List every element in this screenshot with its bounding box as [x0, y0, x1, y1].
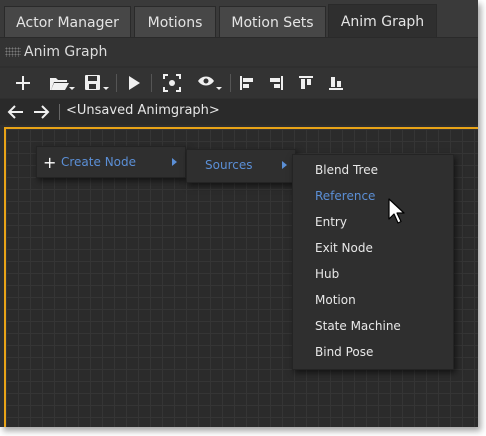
entry-label: Entry: [315, 215, 347, 229]
plus-icon: +: [43, 153, 57, 172]
menu-item-create-node[interactable]: + Create Node: [37, 149, 185, 175]
align-top-icon[interactable]: [294, 71, 318, 95]
context-menu: + Create Node: [36, 146, 186, 178]
motion-label: Motion: [315, 293, 356, 307]
drag-grip-icon[interactable]: [5, 47, 21, 57]
menu-item-blend-tree[interactable]: Blend Tree: [293, 157, 453, 183]
menu-item-sources[interactable]: Sources: [187, 152, 295, 178]
folder-open-icon[interactable]: [48, 71, 76, 95]
menu-item-bind-pose[interactable]: Bind Pose: [293, 339, 453, 365]
visibility-icon[interactable]: [196, 71, 224, 95]
breadcrumb[interactable]: <Unsaved Animgraph>: [66, 103, 220, 118]
nav-separator: [59, 104, 60, 120]
panel-title: Anim Graph: [24, 44, 108, 60]
back-arrow-icon[interactable]: [6, 102, 26, 122]
play-icon[interactable]: [122, 71, 146, 95]
tab-motions[interactable]: Motions: [134, 6, 216, 38]
submenu-arrow-icon: [172, 158, 177, 166]
toolbar-separator: [230, 74, 231, 92]
create-node-label: Create Node: [61, 155, 137, 169]
tab-actor-manager[interactable]: Actor Manager: [4, 6, 131, 38]
tab-motion-sets[interactable]: Motion Sets: [219, 6, 326, 38]
exit-node-label: Exit Node: [315, 241, 373, 255]
state-machine-label: State Machine: [315, 319, 401, 333]
focus-icon[interactable]: [160, 71, 184, 95]
submenu-arrow-icon: [282, 161, 287, 169]
align-bottom-icon[interactable]: [324, 71, 348, 95]
menu-item-hub[interactable]: Hub: [293, 261, 453, 287]
menu-item-state-machine[interactable]: State Machine: [293, 313, 453, 339]
sources-submenu: Sources: [186, 149, 296, 183]
bind-pose-label: Bind Pose: [315, 345, 374, 359]
sources-label: Sources: [205, 158, 253, 172]
toolbar: [0, 68, 478, 98]
menu-item-motion[interactable]: Motion: [293, 287, 453, 313]
save-icon[interactable]: [83, 71, 111, 95]
anim-graph-window: Actor Manager Motions Motion Sets Anim G…: [0, 0, 478, 427]
align-right-icon[interactable]: [264, 71, 288, 95]
navigation-bar: <Unsaved Animgraph>: [0, 99, 478, 125]
forward-arrow-icon[interactable]: [31, 102, 51, 122]
reference-label: Reference: [315, 189, 376, 203]
plus-icon[interactable]: [11, 71, 35, 95]
tab-anim-graph[interactable]: Anim Graph: [328, 4, 437, 39]
align-left-icon[interactable]: [235, 71, 259, 95]
blend-tree-label: Blend Tree: [315, 163, 378, 177]
menu-item-reference[interactable]: Reference: [293, 183, 453, 209]
menu-item-exit-node[interactable]: Exit Node: [293, 235, 453, 261]
mouse-cursor-icon: [388, 198, 405, 224]
toolbar-separator: [151, 74, 152, 92]
tab-bar: Actor Manager Motions Motion Sets Anim G…: [0, 0, 478, 39]
hub-label: Hub: [315, 267, 340, 281]
toolbar-separator: [116, 74, 117, 92]
menu-item-entry[interactable]: Entry: [293, 209, 453, 235]
panel-title-bar: Anim Graph: [0, 38, 478, 66]
node-type-submenu: Blend Tree Reference Entry Exit Node Hub…: [292, 154, 454, 370]
